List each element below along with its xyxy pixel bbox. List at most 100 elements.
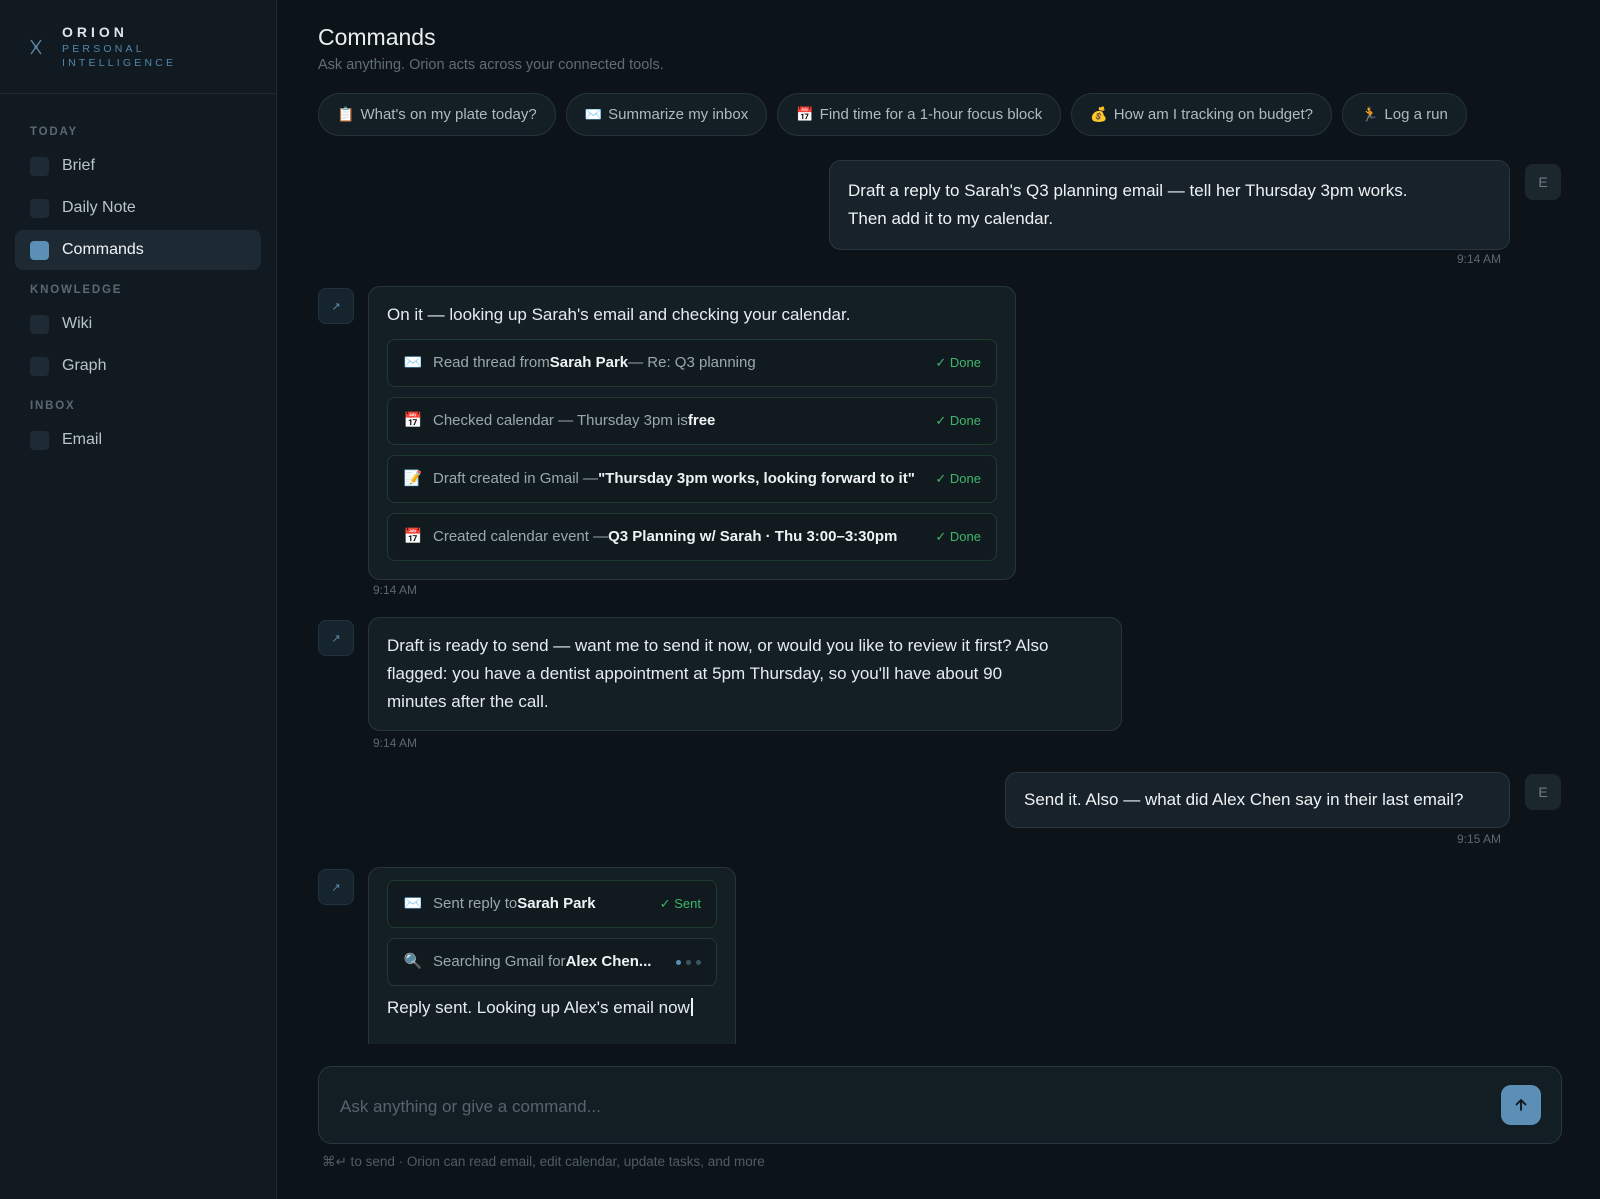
step-status-badge: ✓ Done — [935, 413, 981, 428]
assistant-avatar-icon: ↗ — [318, 620, 354, 656]
message-timestamp: 9:14 AM — [1457, 252, 1502, 266]
chip-log-run[interactable]: 🏃 Log a run — [1341, 93, 1467, 136]
sidebar-item-label: Brief — [62, 157, 95, 174]
user-avatar: E — [1525, 774, 1561, 810]
step-status-badge: ✓ Sent — [659, 896, 701, 911]
sidebar: ORION PERSONAL INTELLIGENCE TODAY Brief … — [0, 0, 277, 1199]
calendar-icon: 📅 — [403, 412, 423, 429]
step-text: Searching Gmail for — [433, 953, 566, 970]
chip-summarize-inbox[interactable]: ✉️ Summarize my inbox — [565, 93, 768, 136]
chip-label: Log a run — [1384, 106, 1448, 123]
nav-section-inbox: INBOX — [30, 400, 76, 412]
action-step: 📅 Created calendar event — Q3 Planning w… — [387, 513, 997, 561]
message-text-line: Draft a reply to Sarah's Q3 planning ema… — [848, 181, 1408, 200]
sidebar-item-brief[interactable]: Brief — [15, 146, 261, 186]
magnifier-icon: 🔍 — [403, 953, 423, 970]
sidebar-item-label: Daily Note — [62, 199, 136, 216]
assistant-avatar-icon: ↗ — [318, 869, 354, 905]
message-text-line: minutes after the call. — [387, 692, 549, 711]
chip-label: Summarize my inbox — [608, 106, 749, 123]
arrow-up-icon — [1515, 1099, 1527, 1111]
step-text-bold: "Thursday 3pm works, looking forward to … — [598, 470, 915, 487]
step-text: Created calendar event — — [433, 528, 609, 545]
brand-subtitle-2: INTELLIGENCE — [62, 56, 177, 69]
message-text: Reply sent. Looking up Alex's email now — [387, 998, 690, 1017]
envelope-icon: ✉️ — [584, 106, 603, 122]
message-text-streaming: Reply sent. Looking up Alex's email now — [387, 994, 717, 1022]
message-text-line: Draft is ready to send — want me to send… — [387, 636, 1049, 655]
message-timestamp: 9:15 AM — [1457, 832, 1502, 846]
assistant-avatar-icon: ↗ — [318, 288, 354, 324]
chip-budget[interactable]: 💰 How am I tracking on budget? — [1071, 93, 1332, 136]
clipboard-icon: 📋 — [337, 106, 355, 122]
step-text-bold: Sarah Park — [549, 354, 629, 371]
email-icon — [30, 430, 49, 450]
calendar-icon: 📅 — [796, 106, 814, 122]
message-text: On it — looking up Sarah's email and che… — [387, 305, 851, 324]
action-step: ✉️ Read thread from Sarah Park — Re: Q3 … — [387, 339, 997, 387]
envelope-icon: ✉️ — [403, 895, 423, 912]
brand-subtitle-1: PERSONAL — [62, 42, 145, 55]
nav-section-knowledge: KNOWLEDGE — [30, 284, 123, 296]
loading-dots-icon — [666, 959, 701, 965]
step-text: Checked calendar — Thursday 3pm is — [433, 412, 688, 429]
chip-plate-today[interactable]: 📋 What's on my plate today? — [318, 93, 556, 136]
brand: ORION PERSONAL INTELLIGENCE — [0, 0, 276, 94]
brand-name: ORION — [62, 23, 128, 40]
sidebar-item-label: Commands — [62, 241, 144, 258]
daily-note-icon — [30, 198, 49, 218]
step-status-badge: ✓ Done — [935, 471, 981, 486]
sidebar-item-label: Wiki — [62, 315, 93, 332]
sidebar-item-email[interactable]: Email — [15, 420, 261, 460]
step-text: Sent reply to — [433, 895, 518, 912]
step-text-bold: Q3 Planning w/ Sarah · Thu 3:00–3:30pm — [608, 528, 898, 545]
sidebar-item-daily-note[interactable]: Daily Note — [15, 188, 261, 228]
calendar-icon: 📅 — [403, 528, 423, 545]
action-step: 📝 Draft created in Gmail — "Thursday 3pm… — [387, 455, 997, 503]
user-message: Draft a reply to Sarah's Q3 planning ema… — [829, 160, 1510, 250]
command-input-box[interactable]: Ask anything or give a command... — [318, 1066, 1562, 1144]
main-panel: Commands Ask anything. Orion acts across… — [277, 0, 1600, 1199]
sidebar-item-label: Email — [62, 431, 103, 448]
user-message: Send it. Also — what did Alex Chen say i… — [1005, 772, 1510, 828]
page-subtitle: Ask anything. Orion acts across your con… — [318, 57, 664, 73]
chip-label: What's on my plate today? — [360, 106, 537, 123]
sidebar-item-graph[interactable]: Graph — [15, 346, 261, 386]
step-text-bold: free — [687, 412, 716, 429]
sidebar-item-label: Graph — [62, 357, 107, 374]
action-step: ✉️ Sent reply to Sarah Park ✓ Sent — [387, 880, 717, 928]
send-button[interactable] — [1501, 1085, 1541, 1125]
step-status-badge: ✓ Done — [935, 529, 981, 544]
chip-focus-block[interactable]: 📅 Find time for a 1-hour focus block — [777, 93, 1062, 136]
sidebar-nav: TODAY Brief Daily Note Commands KNOWLEDG… — [0, 94, 276, 460]
runner-icon: 🏃 — [1360, 106, 1379, 122]
orion-logo-icon — [28, 37, 44, 57]
message-text-line: flagged: you have a dentist appointment … — [387, 664, 1003, 683]
user-avatar: E — [1525, 164, 1561, 200]
brief-icon — [30, 156, 49, 176]
assistant-message: Draft is ready to send — want me to send… — [368, 617, 1122, 731]
action-step-pending: 🔍 Searching Gmail for Alex Chen... — [387, 938, 717, 986]
nav-section-today: TODAY — [30, 126, 78, 138]
page-title: Commands — [318, 24, 436, 50]
page-header: Commands Ask anything. Orion acts across… — [318, 24, 664, 73]
chip-label: Find time for a 1-hour focus block — [819, 106, 1043, 123]
message-timestamp: 9:14 AM — [373, 736, 418, 750]
command-input-placeholder[interactable]: Ask anything or give a command... — [340, 1097, 601, 1117]
memo-icon: 📝 — [403, 470, 423, 487]
message-timestamp: 9:14 AM — [373, 583, 418, 597]
chip-label: How am I tracking on budget? — [1113, 106, 1313, 123]
message-text-line: Then add it to my calendar. — [848, 209, 1054, 228]
text-caret — [690, 998, 693, 1016]
sidebar-item-commands[interactable]: Commands — [15, 230, 261, 270]
commands-icon — [30, 240, 49, 260]
step-text: — Re: Q3 planning — [628, 354, 756, 371]
sidebar-item-wiki[interactable]: Wiki — [15, 304, 261, 344]
money-bag-icon: 💰 — [1090, 106, 1108, 122]
envelope-icon: ✉️ — [403, 354, 423, 371]
step-text-bold: Alex Chen... — [565, 953, 652, 970]
assistant-message: On it — looking up Sarah's email and che… — [368, 286, 1016, 580]
action-step: 📅 Checked calendar — Thursday 3pm is fre… — [387, 397, 997, 445]
assistant-message-streaming: ✉️ Sent reply to Sarah Park ✓ Sent 🔍 Sea… — [368, 867, 736, 1044]
step-status-badge: ✓ Done — [935, 355, 981, 370]
